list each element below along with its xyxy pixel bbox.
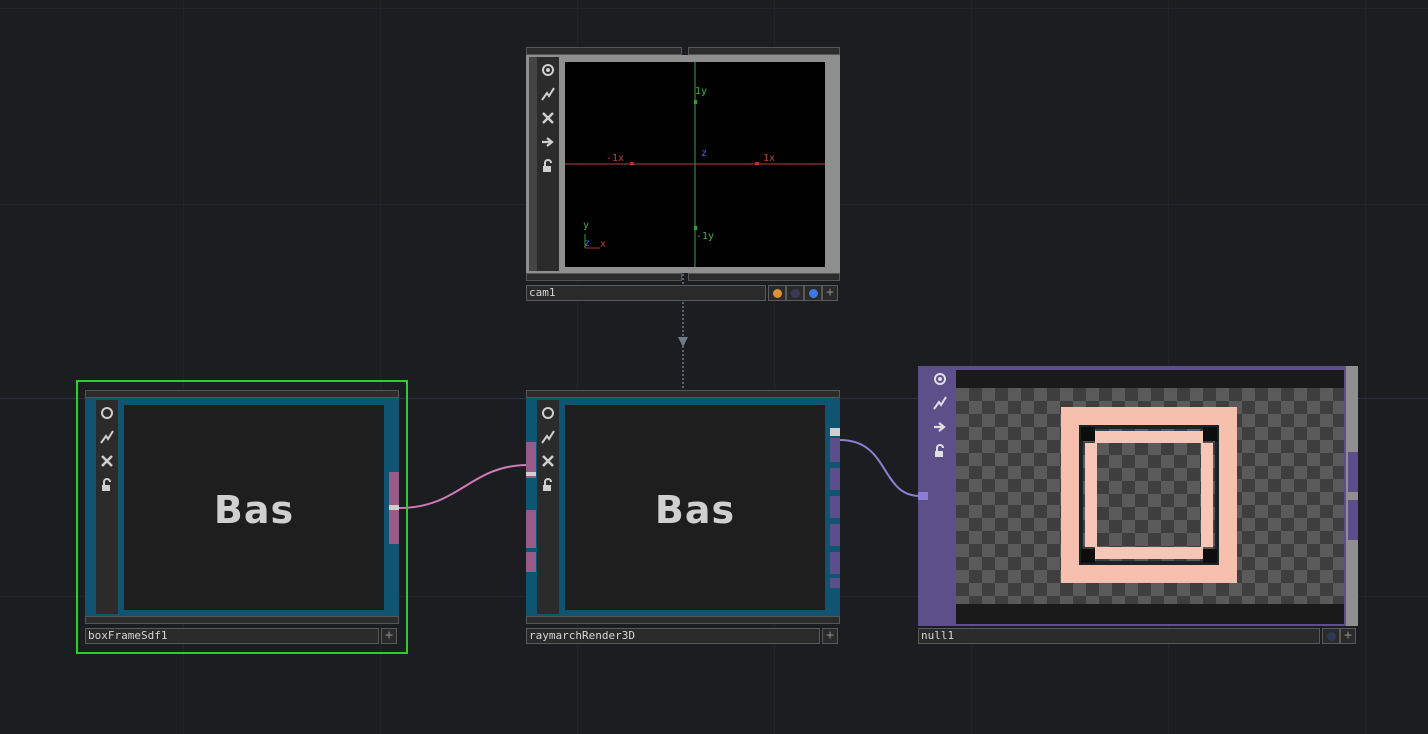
raymarch-node[interactable]: Bas raymarchRender3D + <box>526 390 840 646</box>
raymarch-add-button[interactable]: + <box>822 628 838 644</box>
gizmo-y-label: y <box>583 220 590 231</box>
cam-add-button[interactable]: + <box>822 285 838 301</box>
lock-icon[interactable] <box>929 440 951 462</box>
axis-pos-y-label: 1y <box>695 86 708 97</box>
boxframe-viewer-text: Bas <box>213 488 295 532</box>
gizmo-z-label: z <box>584 238 591 249</box>
bypass-icon[interactable] <box>96 426 118 448</box>
null-input-connector[interactable] <box>918 492 928 500</box>
raymarch-bottom-bar <box>526 616 840 624</box>
raymarch-name-label[interactable]: raymarchRender3D <box>526 628 820 644</box>
display-icon[interactable] <box>929 416 951 438</box>
delete-icon[interactable] <box>537 107 559 129</box>
wire-sdf <box>398 464 529 509</box>
null-node[interactable]: null1 + <box>918 366 1358 646</box>
cam-toolbar <box>537 57 559 271</box>
raymarch-top-bar <box>526 390 840 398</box>
cam-node[interactable]: -1x 1x 1y -1y z y z x cam1 + <box>526 47 840 303</box>
viewer-toggle-icon[interactable] <box>96 402 118 424</box>
cam-top-bar-right <box>688 47 840 55</box>
null-flag-dark[interactable] <box>1322 628 1340 644</box>
boxframe-top-bar <box>85 390 399 398</box>
axis-neg-x-label: -1x <box>606 153 625 164</box>
lock-icon[interactable] <box>537 155 559 177</box>
cam-flag-blue[interactable] <box>804 285 822 301</box>
lock-icon[interactable] <box>537 474 559 496</box>
cam-flag-orange[interactable] <box>768 285 786 301</box>
box-frame-render <box>1061 407 1237 583</box>
cam-name-label[interactable]: cam1 <box>526 285 766 301</box>
boxframe-add-button[interactable]: + <box>381 628 397 644</box>
raymarch-toolbar <box>537 400 559 614</box>
delete-icon[interactable] <box>537 450 559 472</box>
null-output-connectors[interactable] <box>1348 452 1358 542</box>
null-add-button[interactable]: + <box>1340 628 1356 644</box>
boxframe-viewer[interactable]: Bas <box>124 405 384 610</box>
cam-viewer[interactable]: -1x 1x 1y -1y z y z x <box>565 62 825 267</box>
cam-left-strip <box>529 57 537 271</box>
viewer-toggle-icon[interactable] <box>929 368 951 390</box>
bypass-icon[interactable] <box>929 392 951 414</box>
raymarch-input-connectors[interactable] <box>526 400 536 614</box>
boxframe-name-label[interactable]: boxFrameSdf1 <box>85 628 379 644</box>
cam-bottom-bar-right <box>688 273 840 281</box>
null-viewer[interactable] <box>956 370 1344 624</box>
bypass-icon[interactable] <box>537 426 559 448</box>
boxframe-bottom-bar <box>85 616 399 624</box>
gizmo-x-label: x <box>600 239 607 250</box>
delete-icon[interactable] <box>96 450 118 472</box>
bypass-icon[interactable] <box>537 83 559 105</box>
lock-icon[interactable] <box>96 474 118 496</box>
display-icon[interactable] <box>537 131 559 153</box>
null-name-label[interactable]: null1 <box>918 628 1320 644</box>
axis-z-label: z <box>701 148 708 159</box>
boxframe-output-tick <box>389 505 399 510</box>
boxframe-node[interactable]: Bas boxFrameSdf1 + <box>85 390 399 646</box>
viewer-toggle-icon[interactable] <box>537 59 559 81</box>
cam-top-bar-left <box>526 47 682 55</box>
raymarch-viewer-text: Bas <box>654 488 736 532</box>
boxframe-toolbar <box>96 400 118 614</box>
wire-tex <box>839 439 921 497</box>
null-toolbar <box>929 368 951 624</box>
viewer-toggle-icon[interactable] <box>537 402 559 424</box>
axis-neg-y-label: -1y <box>696 231 715 242</box>
cam-bottom-bar-left <box>526 273 682 281</box>
cam-flag-dark[interactable] <box>786 285 804 301</box>
raymarch-output-connectors[interactable] <box>830 428 840 598</box>
raymarch-viewer[interactable]: Bas <box>565 405 825 610</box>
wire-camera-arrow <box>678 337 688 347</box>
axis-pos-x-label: 1x <box>763 153 776 164</box>
